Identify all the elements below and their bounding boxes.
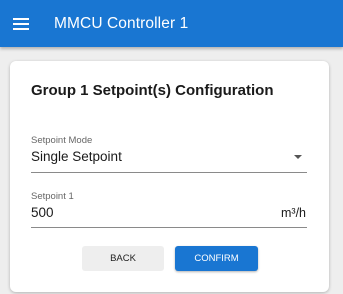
back-button[interactable]: BACK	[82, 246, 164, 271]
setpoint-1-value[interactable]: 500	[31, 205, 54, 220]
confirm-button[interactable]: CONFIRM	[175, 246, 258, 271]
setpoint-1-label: Setpoint 1	[31, 191, 74, 202]
setpoint-1-unit: m³/h	[281, 206, 306, 220]
setpoint-mode-value: Single Setpoint	[31, 149, 122, 164]
app-title: MMCU Controller 1	[54, 14, 189, 32]
card-title: Group 1 Setpoint(s) Configuration	[31, 82, 274, 99]
dropdown-arrow-icon[interactable]	[294, 155, 302, 159]
setpoint-mode-select[interactable]: Setpoint Mode Single Setpoint	[31, 134, 307, 173]
setpoint-mode-label: Setpoint Mode	[31, 135, 93, 146]
hamburger-menu-icon[interactable]	[11, 14, 31, 34]
setpoint-config-card: Group 1 Setpoint(s) Configuration Setpoi…	[10, 61, 329, 292]
setpoint-1-input[interactable]: Setpoint 1 500 m³/h	[31, 190, 307, 228]
app-bar: MMCU Controller 1	[0, 0, 343, 47]
